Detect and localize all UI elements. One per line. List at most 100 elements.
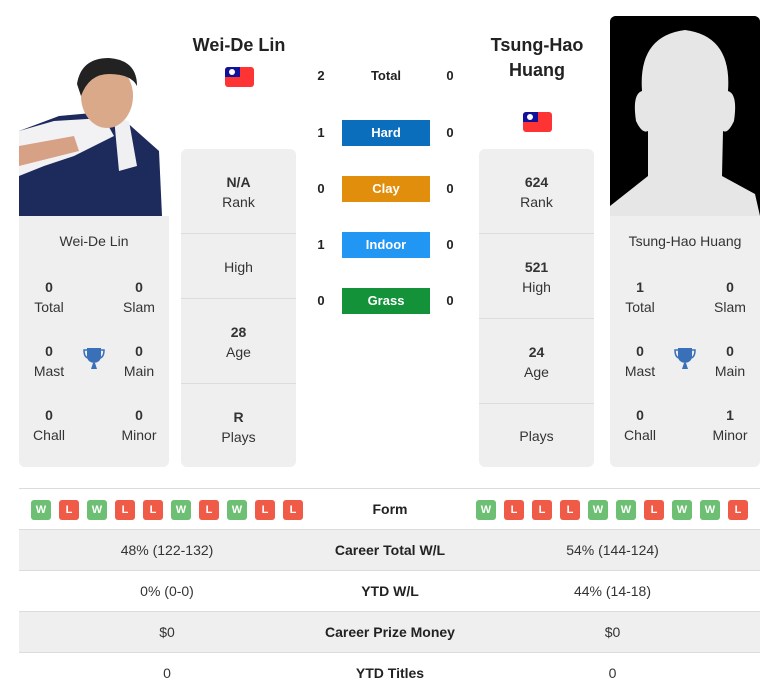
form-badges-right: WLLLWWLWWL (476, 500, 748, 520)
table-row: 0 YTD Titles 0 (19, 652, 760, 693)
form-row: WLWLLWLWLL Form WLLLWWLWWL (19, 488, 760, 529)
titles-total: 1 Total (625, 279, 655, 315)
titles-main: 0 Main (123, 343, 155, 379)
left-value: 0% (0-0) (140, 583, 194, 599)
player-photo-left (19, 56, 162, 216)
stat-rank: N/A Rank (222, 174, 255, 210)
form-badges-left: WLWLLWLWLL (31, 500, 303, 520)
form-badge-loss[interactable]: L (728, 500, 748, 520)
trophy-icon (83, 347, 105, 371)
titles-chall: 0 Chall (33, 407, 65, 443)
h2h-left-value: 0 (317, 181, 325, 196)
form-badge-win[interactable]: W (31, 500, 51, 520)
stats-column-right: 624 Rank 521 High 24 Age Plays (479, 149, 594, 467)
surface-badge-hard[interactable]: Hard (342, 120, 430, 146)
taiwan-flag-icon (523, 112, 552, 132)
player-photo-right (610, 16, 760, 216)
table-row: 48% (122-132) Career Total W/L 54% (144-… (19, 529, 760, 570)
divider (181, 298, 296, 299)
form-badge-win[interactable]: W (87, 500, 107, 520)
table-row: $0 Career Prize Money $0 (19, 611, 760, 652)
titles-card-right: Tsung-Hao Huang 1 Total 0 Slam 0 Mast 0 Main… (610, 216, 760, 467)
form-badge-loss[interactable]: L (115, 500, 135, 520)
left-value: 0 (163, 665, 171, 681)
h2h-row-grass: 0 Grass 0 (300, 288, 470, 314)
divider (479, 233, 594, 234)
table-row: 0% (0-0) YTD W/L 44% (14-18) (19, 570, 760, 611)
h2h-row-total: 2 Total 0 (300, 63, 470, 89)
divider (479, 318, 594, 319)
right-value: 0 (608, 665, 617, 681)
h2h-right-value: 0 (446, 293, 454, 308)
stat-plays: Plays (519, 428, 554, 444)
surface-badge-clay[interactable]: Clay (342, 176, 430, 202)
row-label: Career Total W/L (334, 542, 446, 558)
form-badge-win[interactable]: W (227, 500, 247, 520)
stat-age: 24 Age (524, 344, 549, 380)
form-label: Form (372, 501, 408, 517)
h2h-row-hard: 1 Hard 0 (300, 120, 470, 146)
right-value: 54% (144-124) (566, 542, 659, 558)
row-label: YTD Titles (355, 665, 425, 681)
h2h-right-value: 0 (446, 237, 454, 252)
form-badge-win[interactable]: W (588, 500, 608, 520)
h2h-left-value: 2 (317, 68, 325, 83)
h2h-right-value: 0 (446, 125, 454, 140)
form-badge-loss[interactable]: L (532, 500, 552, 520)
surface-badge-indoor[interactable]: Indoor (342, 232, 430, 258)
stat-plays: R Plays (221, 409, 256, 445)
h2h-right-value: 0 (446, 68, 454, 83)
divider (479, 403, 594, 404)
divider (181, 383, 296, 384)
taiwan-flag-icon (225, 67, 254, 87)
h2h-row-clay: 0 Clay 0 (300, 176, 470, 202)
titles-mast: 0 Mast (33, 343, 65, 379)
titles-slam: 0 Slam (714, 279, 746, 315)
right-value: 44% (14-18) (573, 583, 652, 599)
h2h-left-value: 1 (317, 237, 325, 252)
stat-age: 28 Age (226, 324, 251, 360)
h2h-right-value: 0 (446, 181, 454, 196)
form-badge-loss[interactable]: L (644, 500, 664, 520)
h2h-row-indoor: 1 Indoor 0 (300, 232, 470, 258)
titles-slam: 0 Slam (123, 279, 155, 315)
h2h-label: Total (370, 68, 402, 83)
form-badge-loss[interactable]: L (504, 500, 524, 520)
titles-minor: 0 Minor (121, 407, 157, 443)
stats-column-left: N/A Rank High 28 Age R Plays (181, 149, 296, 467)
form-badge-win[interactable]: W (672, 500, 692, 520)
h2h-left-value: 1 (317, 125, 325, 140)
form-badge-win[interactable]: W (476, 500, 496, 520)
player-name-right[interactable]: Tsung-Hao Huang (478, 33, 596, 83)
surface-badge-grass[interactable]: Grass (342, 288, 430, 314)
stat-rank: 624 Rank (520, 174, 553, 210)
left-value: 48% (122-132) (120, 542, 214, 558)
form-badge-loss[interactable]: L (255, 500, 275, 520)
left-value: $0 (159, 624, 175, 640)
form-badge-win[interactable]: W (616, 500, 636, 520)
titles-total: 0 Total (34, 279, 64, 315)
form-badge-loss[interactable]: L (59, 500, 79, 520)
titles-main: 0 Main (714, 343, 746, 379)
titles-mast: 0 Mast (624, 343, 656, 379)
right-value: $0 (604, 624, 621, 640)
form-badge-win[interactable]: W (171, 500, 191, 520)
form-badge-loss[interactable]: L (560, 500, 580, 520)
form-badge-win[interactable]: W (700, 500, 720, 520)
titles-minor: 1 Minor (712, 407, 748, 443)
card-player-name: Tsung-Hao Huang (628, 233, 742, 249)
divider (181, 233, 296, 234)
trophy-icon (674, 347, 696, 371)
row-label: Career Prize Money (325, 624, 455, 640)
titles-chall: 0 Chall (624, 407, 656, 443)
form-badge-loss[interactable]: L (143, 500, 163, 520)
h2h-left-value: 0 (317, 293, 325, 308)
stat-high: High (224, 259, 253, 275)
form-badge-loss[interactable]: L (199, 500, 219, 520)
player-name-left[interactable]: Wei-De Lin (180, 33, 298, 58)
row-label: YTD W/L (361, 583, 419, 599)
card-player-name: Wei-De Lin (59, 233, 129, 249)
form-badge-loss[interactable]: L (283, 500, 303, 520)
titles-card-left: Wei-De Lin 0 Total 0 Slam 0 Mast 0 Main 0 Cha… (19, 216, 169, 467)
stat-high: 521 High (522, 259, 551, 295)
